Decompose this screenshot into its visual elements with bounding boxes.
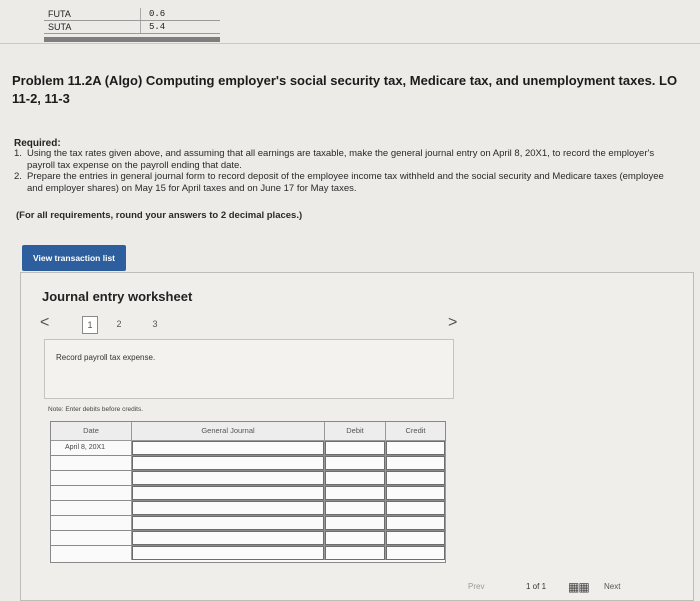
requirement-number: 1.	[14, 148, 22, 159]
entry-description-box	[44, 339, 454, 399]
tax-rate-table: FUTA 0.6 SUTA 5.4	[44, 8, 220, 34]
credit-input[interactable]	[386, 516, 446, 530]
table-row	[51, 546, 446, 560]
debit-input[interactable]	[325, 441, 386, 455]
table-row	[51, 501, 446, 516]
requirement-item: 1. Using the tax rates given above, and …	[14, 148, 674, 171]
debit-input[interactable]	[325, 486, 386, 500]
table-row	[51, 456, 446, 471]
account-input[interactable]	[132, 546, 325, 560]
rate-table-footer-bar	[44, 37, 220, 42]
rate-value: 5.4	[140, 21, 220, 33]
column-header-date: Date	[51, 422, 132, 440]
table-row	[51, 471, 446, 486]
chevron-right-icon[interactable]: >	[448, 314, 457, 332]
account-input[interactable]	[132, 441, 325, 455]
account-input[interactable]	[132, 501, 325, 515]
table-row	[51, 516, 446, 531]
worksheet-pagination: < 1 2 3 >	[36, 314, 466, 334]
requirement-text: Prepare the entries in general journal f…	[27, 171, 664, 194]
table-row	[51, 531, 446, 546]
rate-row-suta: SUTA 5.4	[44, 21, 220, 34]
grid-icon[interactable]: ▦▦	[568, 580, 590, 594]
debit-input[interactable]	[325, 546, 386, 560]
date-cell	[51, 501, 132, 515]
chevron-left-icon[interactable]: <	[40, 314, 49, 332]
rate-value: 0.6	[140, 8, 220, 20]
column-header-credit: Credit	[405, 426, 426, 435]
journal-table: Date General Journal Debit Credit April …	[50, 421, 446, 563]
account-input[interactable]	[132, 531, 325, 545]
date-cell	[51, 486, 132, 500]
credit-input[interactable]	[386, 546, 446, 560]
page-count: 1 of 1	[526, 582, 547, 591]
rate-name: SUTA	[48, 22, 72, 32]
rate-name: FUTA	[48, 9, 71, 19]
table-row	[51, 486, 446, 501]
column-header-debit: Debit	[325, 422, 386, 440]
credit-input[interactable]	[386, 441, 446, 455]
account-input[interactable]	[132, 486, 325, 500]
debits-credits-note: Note: Enter debits before credits.	[48, 406, 144, 413]
debit-input[interactable]	[325, 471, 386, 485]
column-header-general-journal: General Journal	[132, 422, 325, 440]
credit-input[interactable]	[386, 531, 446, 545]
view-transaction-list-button[interactable]: View transaction list	[22, 245, 126, 271]
credit-input[interactable]	[386, 486, 446, 500]
prev-button[interactable]: Prev	[468, 582, 484, 591]
date-cell	[51, 516, 132, 530]
requirement-text: Using the tax rates given above, and ass…	[27, 148, 655, 171]
worksheet-page-1[interactable]: 1	[82, 316, 98, 334]
debit-input[interactable]	[325, 516, 386, 530]
date-cell	[51, 456, 132, 470]
rate-row-futa: FUTA 0.6	[44, 8, 220, 21]
question-pager: Prev 1 of 1 ▦▦ Next	[468, 580, 658, 596]
credit-input[interactable]	[386, 471, 446, 485]
requirements-list: 1. Using the tax rates given above, and …	[14, 148, 674, 194]
account-input[interactable]	[132, 471, 325, 485]
date-cell	[51, 546, 132, 560]
worksheet-page-3[interactable]: 3	[148, 316, 162, 332]
worksheet-title: Journal entry worksheet	[42, 289, 193, 304]
worksheet-page-2[interactable]: 2	[112, 316, 126, 332]
date-cell	[51, 471, 132, 485]
journal-header-row: Date General Journal Debit Credit	[51, 422, 445, 441]
date-cell	[51, 531, 132, 545]
debit-input[interactable]	[325, 456, 386, 470]
divider	[0, 43, 700, 44]
next-button[interactable]: Next	[604, 582, 620, 591]
entry-description: Record payroll tax expense.	[56, 353, 156, 362]
debit-input[interactable]	[325, 531, 386, 545]
problem-title: Problem 11.2A (Algo) Computing employer'…	[12, 73, 678, 106]
credit-input[interactable]	[386, 456, 446, 470]
debit-input[interactable]	[325, 501, 386, 515]
requirement-item: 2. Prepare the entries in general journa…	[14, 171, 674, 194]
table-row: April 8, 20X1	[51, 441, 446, 456]
rounding-note: (For all requirements, round your answer…	[16, 210, 303, 221]
credit-input[interactable]	[386, 501, 446, 515]
date-cell: April 8, 20X1	[51, 441, 132, 455]
requirement-number: 2.	[14, 171, 22, 182]
account-input[interactable]	[132, 456, 325, 470]
account-input[interactable]	[132, 516, 325, 530]
